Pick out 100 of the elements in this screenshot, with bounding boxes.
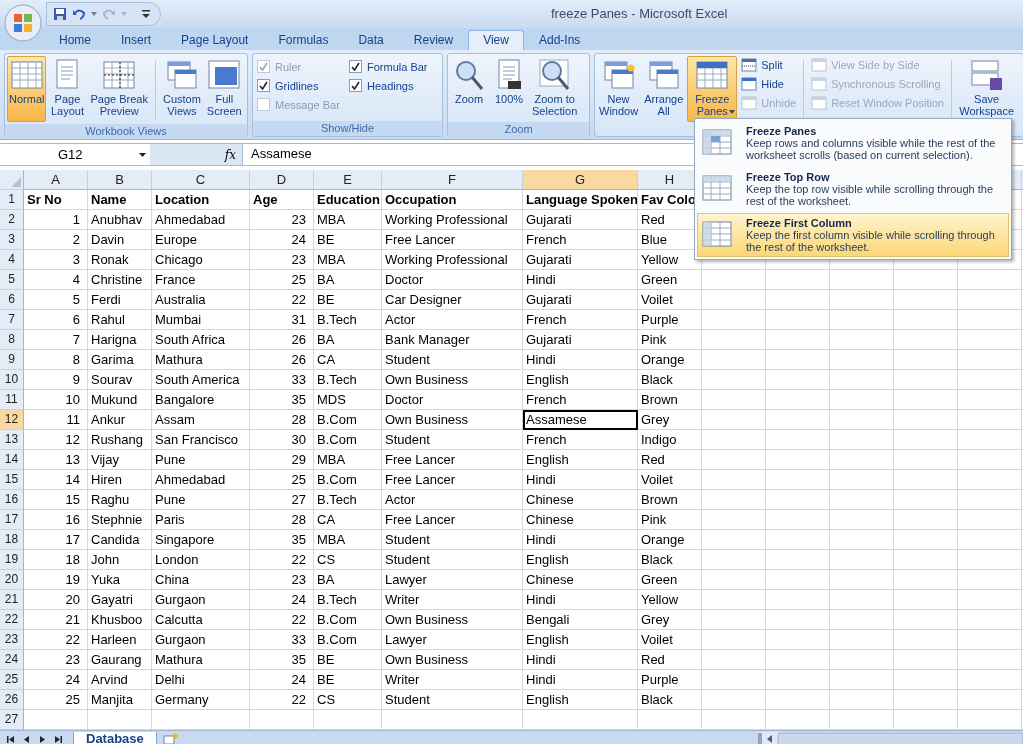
ribbon-button[interactable]: Zoom [450,56,488,122]
ribbon-button[interactable]: Normal [7,56,47,122]
ribbon-button[interactable]: Full Screen [204,56,244,122]
row-header[interactable]: 23 [0,630,24,650]
row-header[interactable]: 15 [0,470,24,490]
ribbon-button[interactable]: Custom Views [160,56,203,122]
ribbon-tab[interactable]: Insert [106,30,167,50]
checkbox[interactable] [257,79,270,92]
name-box[interactable]: G12 [0,144,150,165]
empty-cell [702,610,766,630]
empty-cell [894,570,958,590]
column-header[interactable]: A [24,170,88,190]
table-cell: Voilet [638,470,702,490]
table-cell: Mathura [152,650,250,670]
row-header[interactable]: 6 [0,290,24,310]
row-header[interactable]: 8 [0,330,24,350]
row-header[interactable]: 9 [0,350,24,370]
row-header[interactable]: 24 [0,650,24,670]
row-header[interactable]: 17 [0,510,24,530]
grid-icon [9,58,44,92]
empty-cell [958,390,1022,410]
row-header[interactable]: 21 [0,590,24,610]
ribbon-tab[interactable]: Review [398,30,469,50]
column-header[interactable]: C [152,170,250,190]
table-cell: Ahmedabad [152,470,250,490]
row-header[interactable]: 2 [0,210,24,230]
last-sheet-icon[interactable] [54,734,63,744]
first-sheet-icon[interactable] [6,734,15,744]
row-header[interactable]: 11 [0,390,24,410]
row-header[interactable]: 10 [0,370,24,390]
ribbon-tab[interactable]: Page Layout [166,30,264,50]
empty-cell [766,270,830,290]
ribbon-button[interactable]: Hide [739,75,799,93]
row-header[interactable]: 19 [0,550,24,570]
row-header[interactable]: 7 [0,310,24,330]
row-header[interactable]: 22 [0,610,24,630]
ribbon-button[interactable]: Arrange All [642,56,686,122]
ribbon-button[interactable]: Page Layout [48,56,87,122]
ribbon-button[interactable]: New Window [597,56,641,122]
table-cell: 13 [24,450,88,470]
table-cell: Black [638,550,702,570]
row-header[interactable]: 26 [0,690,24,710]
empty-cell [702,650,766,670]
empty-cell [766,370,830,390]
column-header[interactable]: E [314,170,382,190]
caret-icon[interactable] [91,12,97,16]
column-header[interactable]: F [382,170,523,190]
table-cell: English [523,690,638,710]
ribbon-tab[interactable]: Formulas [263,30,344,50]
row-header[interactable]: 25 [0,670,24,690]
ribbon-tab[interactable]: Data [343,30,399,50]
checkbox[interactable] [349,60,362,73]
sheet-tab[interactable]: Database [73,731,157,744]
save-icon[interactable] [53,7,67,21]
row-header[interactable]: 14 [0,450,24,470]
ribbon-button[interactable]: Page Break Preview [88,56,150,122]
empty-cell [766,450,830,470]
window-icon [811,96,828,110]
row-header[interactable]: 27 [0,710,24,730]
window-icon [811,58,828,72]
table-cell: Gurgaon [152,590,250,610]
window-icon [811,77,828,91]
row-header[interactable]: 1 [0,190,24,210]
row-header[interactable]: 18 [0,530,24,550]
row-header[interactable]: 3 [0,230,24,250]
row-header[interactable]: 16 [0,490,24,510]
previous-sheet-icon[interactable] [22,734,31,744]
table-cell: Brown [638,390,702,410]
row-header[interactable]: 20 [0,570,24,590]
insert-function-button[interactable]: fx [224,147,236,162]
column-header[interactable]: B [88,170,152,190]
checkbox[interactable] [349,79,362,92]
ribbon-tab[interactable]: View [468,30,524,50]
grid-icon [695,58,730,92]
table-cell: 26 [250,330,314,350]
row-header[interactable]: 13 [0,430,24,450]
menu-item[interactable]: Freeze First Column Keep the first column visible while scrolling through the rest of the worksheet. [697,213,1009,257]
ribbon-button[interactable]: Split [739,56,799,74]
empty-cell [766,690,830,710]
scroll-bar[interactable] [758,732,1023,744]
next-sheet-icon[interactable] [38,734,47,744]
ribbon-button[interactable]: Save Workspace [957,56,1017,122]
ribbon-button[interactable]: Freeze Panes [687,56,738,122]
column-header[interactable]: G [523,170,638,190]
window-title: freeze Panes - Microsoft Excel [551,6,728,21]
row-header[interactable]: 5 [0,270,24,290]
ribbon-button[interactable]: Zoom to Selection [530,56,580,122]
empty-cell [894,430,958,450]
ribbon-button[interactable]: 100% [490,56,528,122]
table-cell: Mumbai [152,310,250,330]
row-header[interactable]: 4 [0,250,24,270]
customize-toolbar-icon[interactable] [142,10,150,18]
row-header[interactable]: 12 [0,410,24,430]
table-cell: Ankur [88,410,152,430]
undo-icon[interactable] [72,7,86,21]
empty-cell [702,490,766,510]
ribbon-tab[interactable]: Home [44,30,106,50]
empty-cell [766,510,830,530]
column-header[interactable]: D [250,170,314,190]
ribbon-tab[interactable]: Add-Ins [523,30,596,50]
